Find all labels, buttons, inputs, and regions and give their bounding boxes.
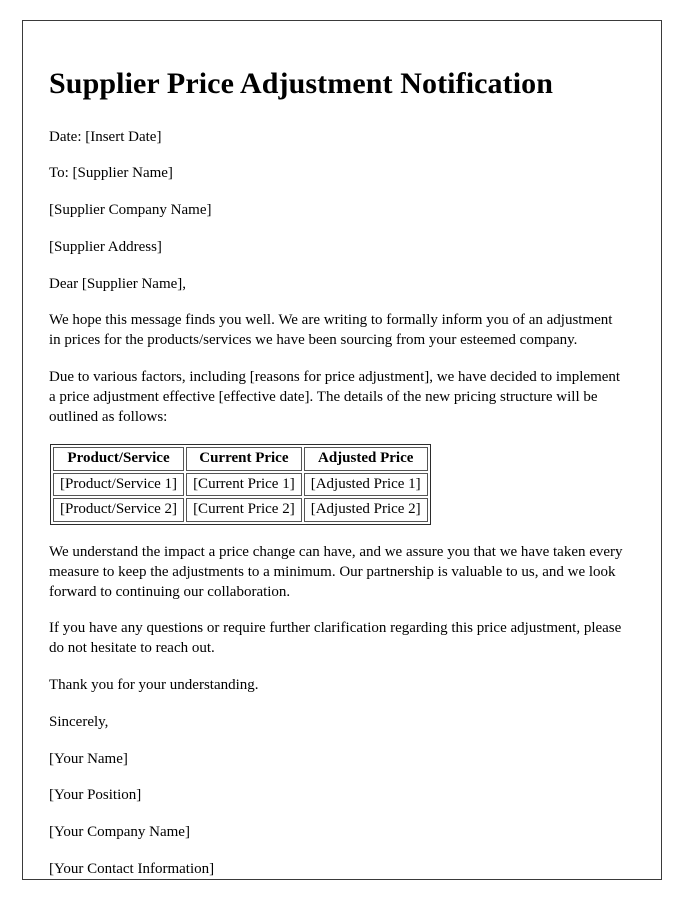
table-cell-product: [Product/Service 2] [53,498,185,522]
table-header-row: Product/Service Current Price Adjusted P… [53,447,428,471]
table-row: [Product/Service 2] [Current Price 2] [A… [53,498,428,522]
document-page: Supplier Price Adjustment Notification D… [22,20,662,880]
recipient-line: To: [Supplier Name] [49,165,173,182]
signature-company: [Your Company Name] [49,824,190,841]
table-row: [Product/Service 1] [Current Price 1] [A… [53,472,428,497]
signature-contact: [Your Contact Information] [49,860,215,877]
paragraph-questions: If you have any questions or require fur… [49,620,622,657]
supplier-address-line: [Supplier Address] [49,238,162,255]
table-cell-adjusted-price: [Adjusted Price 1] [303,472,428,497]
closing-line: Sincerely, [49,713,109,730]
price-adjustment-table: Product/Service Current Price Adjusted P… [50,444,431,525]
supplier-company-line: [Supplier Company Name] [49,202,212,219]
table-cell-product: [Product/Service 1] [53,472,185,497]
salutation: Dear [Supplier Name], [49,275,187,292]
table-cell-adjusted-price: [Adjusted Price 2] [303,498,428,522]
page-title: Supplier Price Adjustment Notification [49,67,554,100]
paragraph-intro: We hope this message finds you well. We … [49,312,613,349]
table-header-current-price: Current Price [186,447,302,471]
signature-name: [Your Name] [49,750,128,767]
signature-position: [Your Position] [49,787,142,804]
table-cell-current-price: [Current Price 1] [186,472,302,497]
date-line: Date: [Insert Date] [49,128,162,145]
table-header-adjusted-price: Adjusted Price [303,447,428,471]
document-body: Supplier Price Adjustment Notification D… [23,21,661,879]
thanks-line: Thank you for your understanding. [49,676,259,693]
paragraph-assurance: We understand the impact a price change … [49,543,623,600]
table-header-product: Product/Service [53,447,185,471]
paragraph-adjustment-reason: Due to various factors, including [reaso… [49,369,621,425]
table-cell-current-price: [Current Price 2] [186,498,302,522]
